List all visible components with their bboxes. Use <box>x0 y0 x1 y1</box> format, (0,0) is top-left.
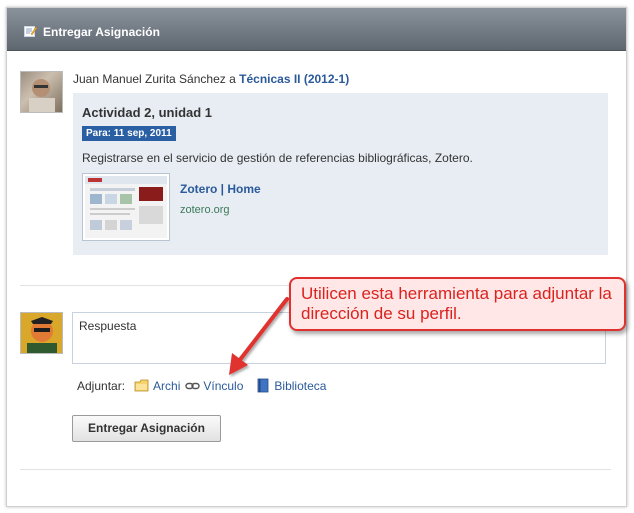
author-photo <box>29 79 55 112</box>
folder-icon <box>134 379 149 392</box>
chain-link-icon <box>185 382 201 389</box>
panel-header: Entregar Asignación <box>7 8 626 51</box>
course-link[interactable]: Técnicas II (2012-1) <box>239 72 349 86</box>
author-name[interactable]: Juan Manuel Zurita Sánchez <box>73 72 226 86</box>
activity-description: Registrarse en el servicio de gestión de… <box>82 151 473 165</box>
link-title[interactable]: Zotero | Home <box>180 182 261 196</box>
submit-assignment-button[interactable]: Entregar Asignación <box>72 415 221 442</box>
connector-text: a <box>229 72 236 86</box>
due-date-badge: Para: 11 sep, 2011 <box>82 126 176 141</box>
edit-icon <box>24 26 37 37</box>
link-thumbnail[interactable] <box>82 173 170 241</box>
post-meta: Juan Manuel Zurita Sánchez a Técnicas II… <box>73 72 349 86</box>
current-user-avatar[interactable] <box>20 312 63 354</box>
website-preview-image <box>85 176 167 230</box>
panel-title: Entregar Asignación <box>43 25 160 39</box>
footer-divider <box>20 469 611 470</box>
attach-label: Adjuntar: <box>77 378 126 393</box>
annotation-arrow <box>229 297 289 375</box>
author-avatar[interactable] <box>20 71 63 113</box>
annotation-callout: Utilicen esta herramienta para adjuntar … <box>289 277 626 331</box>
current-user-photo <box>21 313 62 353</box>
link-url[interactable]: zotero.org <box>180 204 230 216</box>
attach-file-link[interactable]: Archi <box>134 379 180 393</box>
activity-title: Actividad 2, unidad 1 <box>82 105 213 120</box>
activity-card: Actividad 2, unidad 1 Para: 11 sep, 2011… <box>73 93 608 255</box>
assignment-panel: Entregar Asignación Juan Manuel Zurita S… <box>6 7 627 507</box>
attach-file-label: Archi <box>153 378 181 393</box>
